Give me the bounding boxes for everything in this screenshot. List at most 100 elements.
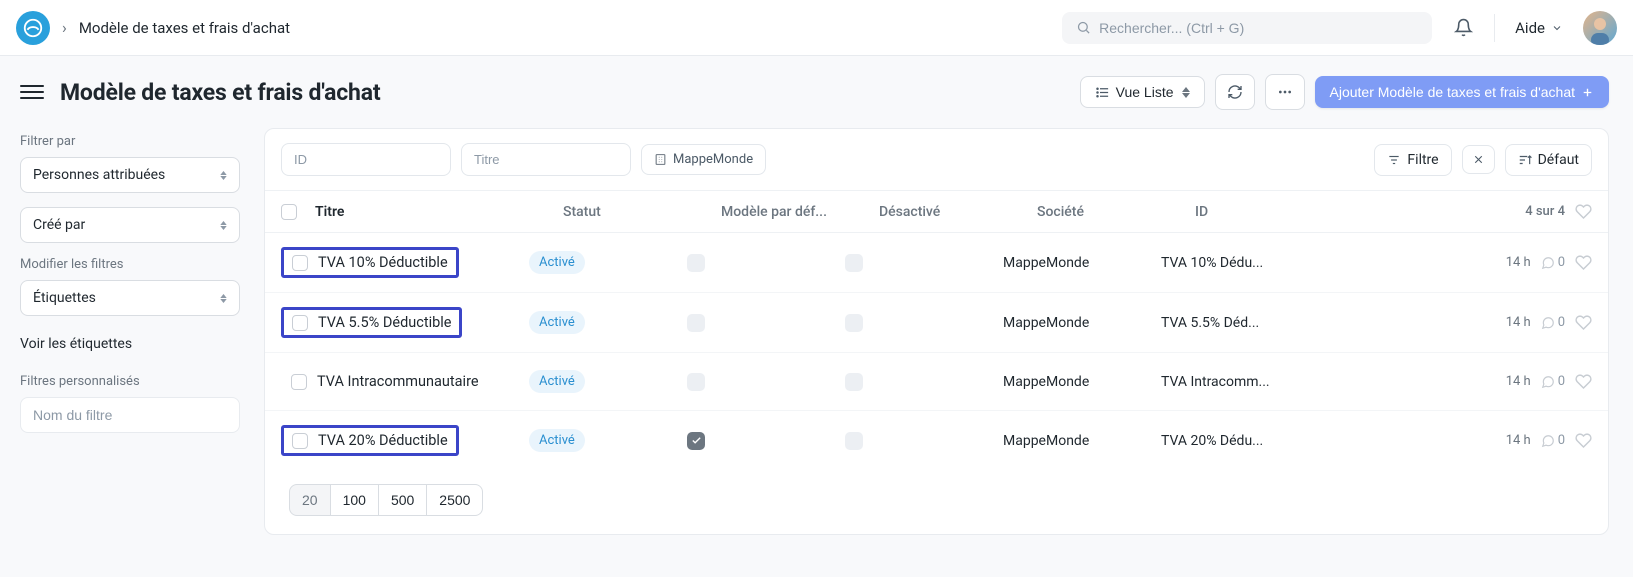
row-comments[interactable]: 0 xyxy=(1541,433,1565,448)
clear-filter-button[interactable] xyxy=(1462,145,1495,174)
chevron-right-icon: › xyxy=(62,18,67,37)
comment-icon xyxy=(1541,375,1555,389)
view-switcher-button[interactable]: Vue Liste xyxy=(1080,76,1205,108)
breadcrumb[interactable]: Modèle de taxes et frais d'achat xyxy=(79,19,290,37)
sort-arrows-icon xyxy=(220,171,227,180)
row-id: TVA 10% Dédu... xyxy=(1161,255,1351,271)
assigned-filter[interactable]: Personnes attribuées xyxy=(20,157,240,193)
col-default[interactable]: Modèle par déf... xyxy=(721,204,871,220)
row-company: MappeMonde xyxy=(1003,255,1153,271)
row-id: TVA 5.5% Déd... xyxy=(1161,315,1351,331)
page-size-20[interactable]: 20 xyxy=(289,484,331,516)
col-title[interactable]: Titre xyxy=(315,204,555,220)
help-label: Aide xyxy=(1515,19,1545,37)
col-id[interactable]: ID xyxy=(1195,204,1385,220)
heart-icon[interactable] xyxy=(1575,432,1592,449)
disabled-checkbox xyxy=(845,373,863,391)
menu-icon[interactable] xyxy=(20,80,44,104)
created-by-filter[interactable]: Créé par xyxy=(20,207,240,243)
col-company[interactable]: Société xyxy=(1037,204,1187,220)
heart-icon[interactable] xyxy=(1575,314,1592,331)
help-button[interactable]: Aide xyxy=(1507,13,1571,43)
bell-icon xyxy=(1454,18,1473,37)
row-checkbox[interactable] xyxy=(292,315,308,331)
avatar[interactable] xyxy=(1583,11,1617,45)
row-id: TVA 20% Dédu... xyxy=(1161,433,1351,449)
created-by-filter-label: Créé par xyxy=(33,217,85,233)
col-disabled[interactable]: Désactivé xyxy=(879,204,1029,220)
sort-icon xyxy=(1518,153,1532,167)
status-badge: Activé xyxy=(529,370,585,393)
title-filter-input[interactable] xyxy=(461,143,631,176)
count-label: 4 sur 4 xyxy=(1525,204,1565,219)
custom-filters-label: Filtres personnalisés xyxy=(20,374,240,389)
app-logo[interactable] xyxy=(16,11,50,45)
heart-icon[interactable] xyxy=(1575,254,1592,271)
search-input[interactable] xyxy=(1099,20,1418,36)
filter-sidebar: Filtrer par Personnes attribuées Créé pa… xyxy=(20,128,240,433)
col-status[interactable]: Statut xyxy=(563,204,713,220)
row-comments[interactable]: 0 xyxy=(1541,374,1565,389)
page-header: Modèle de taxes et frais d'achat Vue Lis… xyxy=(0,56,1633,128)
disabled-checkbox xyxy=(845,432,863,450)
top-navbar: › Modèle de taxes et frais d'achat Aide xyxy=(0,0,1633,56)
default-checkbox xyxy=(687,314,705,332)
list-card: MappeMonde Filtre Défaut Titre Statut Mo… xyxy=(264,128,1609,535)
sort-button[interactable]: Défaut xyxy=(1505,144,1592,176)
modify-filters-label: Modifier les filtres xyxy=(20,257,240,272)
row-title[interactable]: TVA Intracommunautaire xyxy=(317,373,479,390)
comment-icon xyxy=(1541,256,1555,270)
page-title: Modèle de taxes et frais d'achat xyxy=(60,79,1064,106)
building-icon xyxy=(654,153,667,166)
add-button[interactable]: Ajouter Modèle de taxes et frais d'achat xyxy=(1315,76,1609,108)
table-row[interactable]: TVA 20% DéductibleActivéMappeMondeTVA 20… xyxy=(265,411,1608,470)
search-icon xyxy=(1076,20,1091,35)
company-filter-chip[interactable]: MappeMonde xyxy=(641,144,766,175)
table-row[interactable]: TVA IntracommunautaireActivéMappeMondeTV… xyxy=(265,353,1608,411)
status-badge: Activé xyxy=(529,251,585,274)
tags-filter-label: Étiquettes xyxy=(33,290,96,306)
sort-button-label: Défaut xyxy=(1538,152,1579,168)
sort-arrows-icon xyxy=(1182,87,1190,98)
disabled-checkbox xyxy=(845,254,863,272)
row-checkbox[interactable] xyxy=(292,255,308,271)
row-comments[interactable]: 0 xyxy=(1541,315,1565,330)
view-label: Vue Liste xyxy=(1116,84,1174,100)
refresh-button[interactable] xyxy=(1215,74,1255,110)
page-size-500[interactable]: 500 xyxy=(379,484,427,516)
row-age: 14 h xyxy=(1506,255,1531,270)
more-menu-button[interactable] xyxy=(1265,74,1305,110)
tags-filter[interactable]: Étiquettes xyxy=(20,280,240,316)
table-row[interactable]: TVA 10% Déductible Activé MappeMonde TVA 10… xyxy=(265,233,1608,293)
plus-icon xyxy=(1581,86,1594,99)
filter-by-label: Filtrer par xyxy=(20,134,240,149)
comment-icon xyxy=(1541,434,1555,448)
page-size-100[interactable]: 100 xyxy=(331,484,379,516)
search-box[interactable] xyxy=(1062,12,1432,44)
notifications-button[interactable] xyxy=(1444,9,1482,47)
heart-icon[interactable] xyxy=(1575,203,1592,220)
heart-icon[interactable] xyxy=(1575,373,1592,390)
row-title[interactable]: TVA 5.5% Déductible xyxy=(318,314,451,331)
select-all-checkbox[interactable] xyxy=(281,204,297,220)
row-checkbox[interactable] xyxy=(291,374,307,390)
filter-name-input[interactable] xyxy=(20,397,240,433)
list-icon xyxy=(1095,85,1110,100)
table-row[interactable]: TVA 5.5% DéductibleActivéMappeMondeTVA 5… xyxy=(265,293,1608,353)
view-tags-link[interactable]: Voir les étiquettes xyxy=(20,330,240,358)
row-comments[interactable]: 0 xyxy=(1541,255,1565,270)
id-filter-input[interactable] xyxy=(281,143,451,176)
default-checkbox-checked xyxy=(687,432,705,450)
default-checkbox xyxy=(687,373,705,391)
add-button-label: Ajouter Modèle de taxes et frais d'achat xyxy=(1330,84,1575,100)
page-size-2500[interactable]: 2500 xyxy=(427,484,483,516)
dots-icon xyxy=(1277,84,1293,100)
status-badge: Activé xyxy=(529,311,585,334)
sort-arrows-icon xyxy=(220,294,227,303)
row-title[interactable]: TVA 20% Déductible xyxy=(318,432,448,449)
row-title[interactable]: TVA 10% Déductible xyxy=(318,254,448,271)
disabled-checkbox xyxy=(845,314,863,332)
assigned-filter-label: Personnes attribuées xyxy=(33,167,165,183)
row-checkbox[interactable] xyxy=(292,433,308,449)
filter-button[interactable]: Filtre xyxy=(1374,144,1451,176)
